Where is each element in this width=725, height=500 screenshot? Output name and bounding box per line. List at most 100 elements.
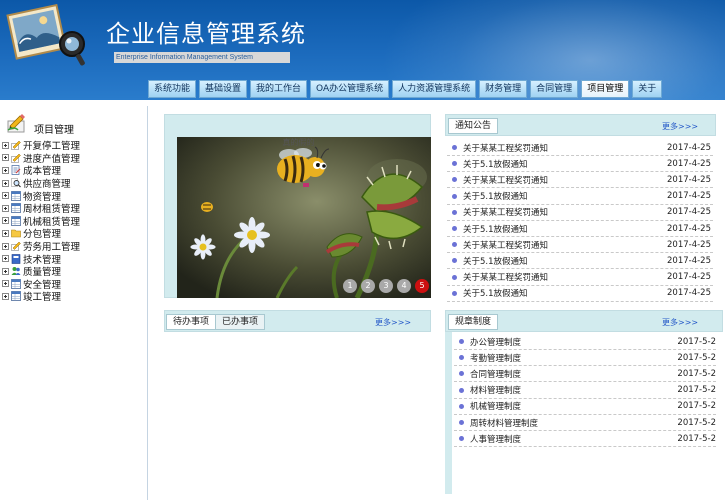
notice-panel-bar: 通知公告 更多>>> — [445, 114, 716, 136]
project-menu-tree: 开复停工管理 进度产值管理 成本管理 供应商管理 物资管理 周材租赁管理 机械租赁管理 分包管… — [2, 139, 146, 303]
sidebar-item[interactable]: 进度产值管理 — [2, 152, 146, 165]
expand-plus-icon[interactable] — [2, 255, 9, 263]
nav-item[interactable]: 人力资源管理系统 — [392, 80, 477, 98]
item-date: 2017-4-25 — [667, 255, 711, 266]
notice-more-link[interactable]: 更多>>> — [662, 121, 698, 132]
list-item[interactable]: 机械管理制度 2017-5-2 — [454, 399, 716, 415]
list-item[interactable]: 人事管理制度 2017-5-2 — [454, 431, 716, 448]
expand-plus-icon[interactable] — [2, 192, 9, 200]
nav-item[interactable]: 关于 — [632, 80, 663, 98]
list-item[interactable]: 关于5.1放假通知 2017-4-25 — [447, 221, 713, 237]
nav-item[interactable]: 项目管理 — [581, 80, 630, 98]
expand-plus-icon[interactable] — [2, 229, 9, 237]
item-title[interactable]: 周转材料管理制度 — [470, 417, 677, 429]
item-title[interactable]: 材料管理制度 — [470, 384, 677, 396]
item-title[interactable]: 机械管理制度 — [470, 400, 677, 412]
sidebar-item[interactable]: 劳务用工管理 — [2, 240, 146, 253]
item-title[interactable]: 关于5.1放假通知 — [463, 190, 667, 202]
sidebar-item[interactable]: 竣工管理 — [2, 290, 146, 303]
item-title[interactable]: 关于某某工程奖罚通知 — [463, 206, 667, 218]
expand-plus-icon[interactable] — [2, 217, 9, 225]
list-item[interactable]: 关于某某工程奖罚通知 2017-4-25 — [447, 205, 713, 221]
item-date: 2017-4-25 — [667, 272, 711, 283]
bullet-icon — [452, 193, 457, 199]
sidebar-item[interactable]: 开复停工管理 — [2, 139, 146, 152]
expand-plus-icon[interactable] — [2, 280, 9, 288]
top-nav: 系统功能 基础设置 我的工作台 OA办公管理系统 人力资源管理系统 财务管理 合同管理 项目管… — [148, 80, 663, 98]
nav-item[interactable]: 我的工作台 — [250, 80, 308, 98]
item-title[interactable]: 办公管理制度 — [470, 336, 677, 348]
list-item[interactable]: 关于某某工程奖罚通知 2017-4-25 — [447, 270, 713, 286]
tab-rules[interactable]: 规章制度 — [448, 314, 499, 330]
list-item[interactable]: 关于某某工程奖罚通知 2017-4-25 — [447, 172, 713, 189]
todo-more-link[interactable]: 更多>>> — [375, 317, 411, 328]
item-title[interactable]: 关于某某工程奖罚通知 — [463, 239, 667, 251]
list-item[interactable]: 考勤管理制度 2017-5-2 — [454, 350, 716, 367]
sidebar-item[interactable]: 质量管理 — [2, 265, 146, 278]
sidebar-item[interactable]: 物资管理 — [2, 189, 146, 203]
search-icon — [11, 178, 21, 188]
list-item[interactable]: 关于某某工程奖罚通知 2017-4-25 — [447, 140, 713, 156]
slide-page-button[interactable]: 5 — [415, 279, 429, 293]
expand-plus-icon[interactable] — [2, 166, 9, 174]
slide-caption: 真的假的 — [282, 138, 315, 147]
list-item[interactable]: 关于5.1放假通知 2017-4-25 — [447, 253, 713, 270]
tab-notices[interactable]: 通知公告 — [448, 118, 499, 134]
nav-item[interactable]: 合同管理 — [530, 80, 579, 98]
item-title[interactable]: 关于5.1放假通知 — [463, 287, 667, 299]
tab-done[interactable]: 已办事项 — [215, 314, 266, 330]
tab-todo[interactable]: 待办事项 — [166, 314, 217, 330]
item-title[interactable]: 关于5.1放假通知 — [463, 223, 667, 235]
sidebar-item[interactable]: 分包管理 — [2, 227, 146, 240]
todo-panel: 待办事项 已办事项 更多>>> — [164, 310, 431, 500]
expand-plus-icon[interactable] — [2, 242, 9, 250]
sidebar-item[interactable]: 技术管理 — [2, 252, 146, 266]
expand-plus-icon[interactable] — [2, 292, 9, 300]
slide-image[interactable]: 12345 — [177, 137, 431, 298]
item-title[interactable]: 考勤管理制度 — [470, 352, 677, 364]
people-icon — [11, 266, 21, 276]
expand-plus-icon[interactable] — [2, 141, 9, 149]
expand-plus-icon[interactable] — [2, 179, 9, 187]
item-title[interactable]: 合同管理制度 — [470, 368, 677, 380]
slide-page-button[interactable]: 2 — [361, 279, 375, 293]
item-title[interactable]: 关于某某工程奖罚通知 — [463, 271, 667, 283]
slide-page-button[interactable]: 3 — [379, 279, 393, 293]
list-item[interactable]: 关于5.1放假通知 2017-4-25 — [447, 189, 713, 205]
item-date: 2017-4-25 — [667, 158, 711, 169]
slide-page-button[interactable]: 4 — [397, 279, 411, 293]
list-item[interactable]: 办公管理制度 2017-5-2 — [454, 334, 716, 350]
expand-plus-icon[interactable] — [2, 204, 9, 212]
expand-plus-icon[interactable] — [2, 154, 9, 162]
bullet-icon — [452, 226, 457, 231]
rules-more-link[interactable]: 更多>>> — [662, 317, 698, 328]
bullet-icon — [459, 403, 464, 409]
item-date: 2017-4-25 — [667, 288, 711, 299]
nav-item[interactable]: 系统功能 — [148, 80, 197, 98]
sidebar-item[interactable]: 安全管理 — [2, 278, 146, 291]
bullet-icon — [452, 274, 457, 280]
list-item[interactable]: 关于5.1放假通知 2017-4-25 — [447, 156, 713, 173]
item-title[interactable]: 人事管理制度 — [470, 433, 677, 445]
item-title[interactable]: 关于5.1放假通知 — [463, 255, 667, 267]
sidebar-item[interactable]: 机械租赁管理 — [2, 215, 146, 228]
nav-item[interactable]: 财务管理 — [479, 80, 528, 98]
list-item[interactable]: 关于某某工程奖罚通知 2017-4-25 — [447, 237, 713, 254]
bullet-icon — [452, 242, 457, 248]
list-item[interactable]: 合同管理制度 2017-5-2 — [454, 366, 716, 383]
expand-plus-icon[interactable] — [2, 267, 9, 275]
sidebar-item[interactable]: 供应商管理 — [2, 177, 146, 190]
list-item[interactable]: 周转材料管理制度 2017-5-2 — [454, 415, 716, 431]
item-date: 2017-4-25 — [667, 223, 711, 234]
sidebar-item[interactable]: 周材租赁管理 — [2, 202, 146, 215]
list-item[interactable]: 关于5.1放假通知 2017-4-25 — [447, 286, 713, 302]
item-title[interactable]: 关于某某工程奖罚通知 — [463, 142, 667, 154]
nav-item[interactable]: OA办公管理系统 — [310, 80, 390, 98]
slide-page-button[interactable]: 1 — [343, 279, 357, 293]
sidebar-item[interactable]: 成本管理 — [2, 164, 146, 177]
item-date: 2017-5-2 — [677, 352, 716, 363]
list-item[interactable]: 材料管理制度 2017-5-2 — [454, 383, 716, 399]
nav-item[interactable]: 基础设置 — [199, 80, 248, 98]
item-title[interactable]: 关于5.1放假通知 — [463, 158, 667, 170]
item-title[interactable]: 关于某某工程奖罚通知 — [463, 174, 667, 186]
